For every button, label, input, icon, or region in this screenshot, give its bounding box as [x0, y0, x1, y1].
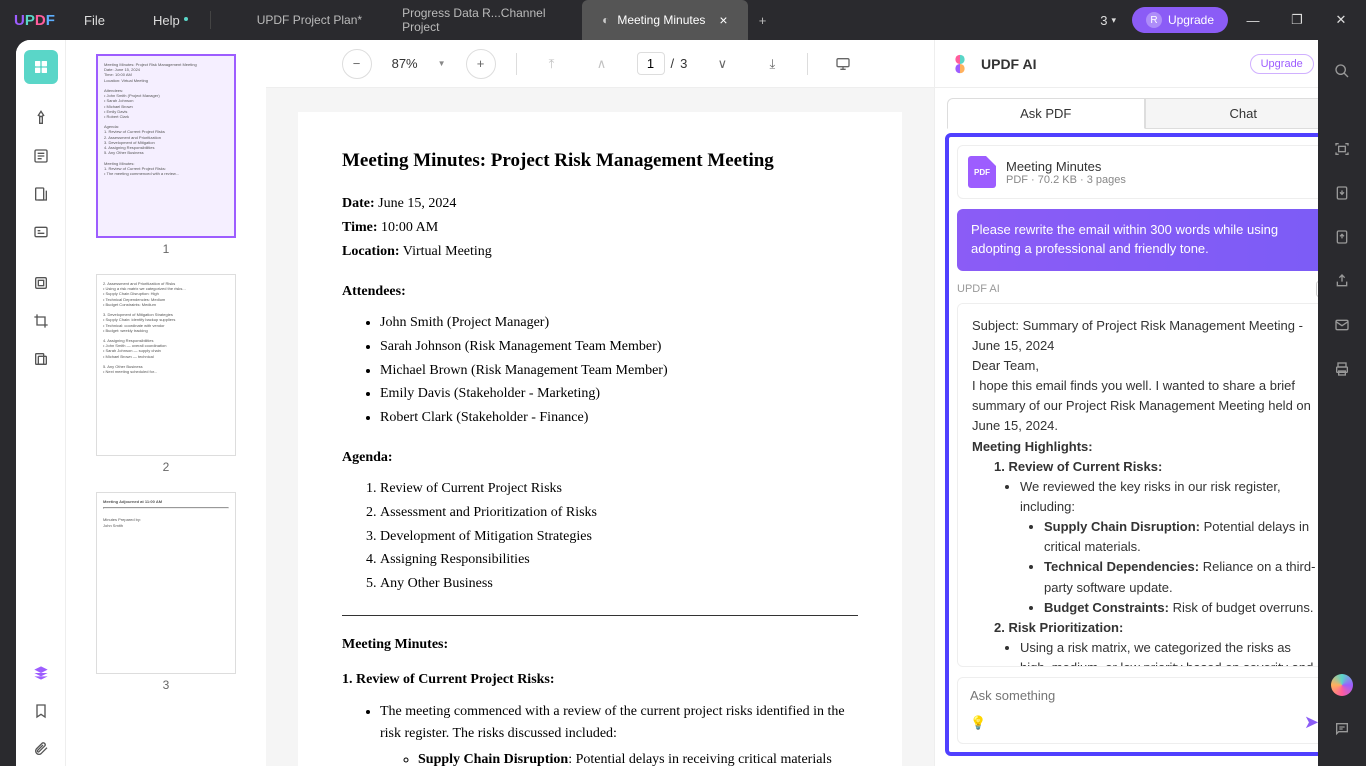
- zoom-level: 87%: [392, 56, 418, 71]
- next-page-icon[interactable]: ∨: [707, 49, 737, 79]
- ai-tab-ask-pdf[interactable]: Ask PDF: [947, 98, 1145, 129]
- notification-count[interactable]: 3 ▾: [1090, 9, 1126, 32]
- print-icon[interactable]: [1325, 352, 1359, 386]
- tab-bar: UPDF Project Plan* Progress Data R...Cha…: [237, 0, 1091, 40]
- ai-assistant-icon[interactable]: [1325, 668, 1359, 702]
- tab-meeting-minutes[interactable]: ◐ Meeting Minutes ×: [582, 0, 747, 40]
- ai-input-area: 💡 ➤: [957, 677, 1332, 744]
- ai-response: Subject: Summary of Project Risk Managem…: [957, 303, 1332, 667]
- tab-add-button[interactable]: +: [748, 0, 778, 40]
- ocr-icon[interactable]: [24, 266, 58, 300]
- list-item: Assigning Responsibilities: [380, 549, 858, 571]
- app-logo: UPDF: [0, 12, 60, 29]
- list-item: Any Other Business: [380, 573, 858, 595]
- menu-file[interactable]: File: [60, 13, 129, 28]
- ai-file-name: Meeting Minutes: [1006, 159, 1126, 174]
- list-item: Michael Brown (Risk Management Team Memb…: [380, 360, 858, 382]
- first-page-icon[interactable]: ⤒: [537, 49, 567, 79]
- search-icon[interactable]: [1325, 54, 1359, 88]
- page-input[interactable]: [637, 52, 665, 75]
- list-item: Emily Davis (Stakeholder - Marketing): [380, 383, 858, 405]
- thumbnails-icon[interactable]: [24, 50, 58, 84]
- attachment-icon[interactable]: [24, 732, 58, 766]
- pdf-icon: PDF: [968, 156, 996, 188]
- ai-upgrade-button[interactable]: Upgrade: [1250, 54, 1314, 74]
- document-page: Meeting Minutes: Project Risk Management…: [298, 112, 902, 766]
- send-icon[interactable]: ➤: [1304, 712, 1319, 733]
- document-viewer: − 87% ▼ + ⤒ ∧ / 3 ∨ ⤓ Meeting Minutes: P…: [266, 40, 934, 766]
- thumbnail-page-3[interactable]: Meeting Adjourned at 11:00 AMMinutes Pre…: [96, 492, 236, 674]
- text-edit-icon[interactable]: [24, 139, 58, 173]
- list-item: Assessment and Prioritization of Risks: [380, 502, 858, 524]
- zoom-in-icon[interactable]: +: [466, 49, 496, 79]
- lightbulb-icon[interactable]: 💡: [970, 715, 986, 731]
- highlighter-icon[interactable]: [24, 101, 58, 135]
- form-icon[interactable]: [24, 215, 58, 249]
- updf-ai-logo-icon: [949, 53, 971, 75]
- export-icon[interactable]: [1325, 176, 1359, 210]
- stamp-icon[interactable]: [24, 342, 58, 376]
- zoom-dropdown-icon[interactable]: ▼: [438, 59, 446, 68]
- list-item: John Smith (Project Manager): [380, 312, 858, 334]
- thumbnail-page-1[interactable]: Meeting Minutes: Project Risk Management…: [96, 54, 236, 238]
- tab-loading-icon: ◐: [602, 13, 609, 27]
- ai-tab-chat[interactable]: Chat: [1145, 98, 1343, 129]
- thumbnail-panel: Meeting Minutes: Project Risk Management…: [66, 40, 266, 766]
- ai-file-card[interactable]: PDF Meeting Minutes PDF · 70.2 KB · 3 pa…: [957, 145, 1332, 199]
- presentation-icon[interactable]: [828, 49, 858, 79]
- minimize-icon[interactable]: —: [1234, 4, 1272, 36]
- ocr-tool-icon[interactable]: [1325, 132, 1359, 166]
- page-indicator: / 3: [637, 52, 688, 75]
- list-item: Robert Clark (Stakeholder - Finance): [380, 407, 858, 429]
- ai-user-prompt: Please rewrite the email within 300 word…: [957, 209, 1332, 271]
- share-icon[interactable]: [1325, 264, 1359, 298]
- page-setup-icon[interactable]: [24, 177, 58, 211]
- main-area: Meeting Minutes: Project Risk Management…: [16, 40, 1354, 766]
- thumb-label-3: 3: [163, 678, 170, 692]
- thumb-label-2: 2: [163, 460, 170, 474]
- ai-conversation: PDF Meeting Minutes PDF · 70.2 KB · 3 pa…: [945, 133, 1344, 756]
- crop-icon[interactable]: [24, 304, 58, 338]
- zoom-out-icon[interactable]: −: [342, 49, 372, 79]
- last-page-icon[interactable]: ⤓: [757, 49, 787, 79]
- list-item: Review of Current Project Risks: [380, 478, 858, 500]
- bookmark-icon[interactable]: [24, 694, 58, 728]
- prev-page-icon[interactable]: ∧: [587, 49, 617, 79]
- ai-input[interactable]: [970, 688, 1319, 712]
- tab-project-plan[interactable]: UPDF Project Plan*: [237, 0, 382, 40]
- list-item: Development of Mitigation Strategies: [380, 526, 858, 548]
- left-toolbar: [16, 40, 66, 766]
- menu-help[interactable]: Help: [129, 13, 204, 28]
- convert-icon[interactable]: [1325, 220, 1359, 254]
- layers-icon[interactable]: [24, 656, 58, 690]
- upgrade-button[interactable]: RUpgrade: [1132, 7, 1228, 33]
- ai-tabs: Ask PDF Chat: [935, 88, 1354, 129]
- tab-progress-data[interactable]: Progress Data R...Channel Project: [382, 0, 582, 40]
- ai-header: UPDF AI Upgrade 🔒: [935, 40, 1354, 88]
- comment-icon[interactable]: [1325, 712, 1359, 746]
- titlebar: UPDF File Help UPDF Project Plan* Progre…: [0, 0, 1366, 40]
- list-item: Sarah Johnson (Risk Management Team Memb…: [380, 336, 858, 358]
- ai-file-meta: PDF · 70.2 KB · 3 pages: [1006, 174, 1126, 186]
- email-icon[interactable]: [1325, 308, 1359, 342]
- ai-panel: UPDF AI Upgrade 🔒 Ask PDF Chat PDF Meeti…: [934, 40, 1354, 766]
- chevron-down-icon: ▾: [1111, 15, 1116, 26]
- right-toolbar: [1318, 40, 1366, 766]
- doc-title: Meeting Minutes: Project Risk Management…: [342, 146, 858, 175]
- viewer-toolbar: − 87% ▼ + ⤒ ∧ / 3 ∨ ⤓: [266, 40, 934, 88]
- thumb-label-1: 1: [163, 242, 170, 256]
- close-icon[interactable]: ✕: [1322, 4, 1360, 36]
- ai-title: UPDF AI: [981, 56, 1240, 72]
- maximize-icon[interactable]: ❐: [1278, 4, 1316, 36]
- ai-response-label: UPDF AI: [957, 281, 1332, 297]
- document-scroll[interactable]: Meeting Minutes: Project Risk Management…: [266, 88, 934, 766]
- list-item: The meeting commenced with a review of t…: [380, 701, 858, 766]
- thumbnail-page-2[interactable]: 2. Assessment and Prioritization of Risk…: [96, 274, 236, 456]
- tab-close-icon[interactable]: ×: [719, 12, 727, 28]
